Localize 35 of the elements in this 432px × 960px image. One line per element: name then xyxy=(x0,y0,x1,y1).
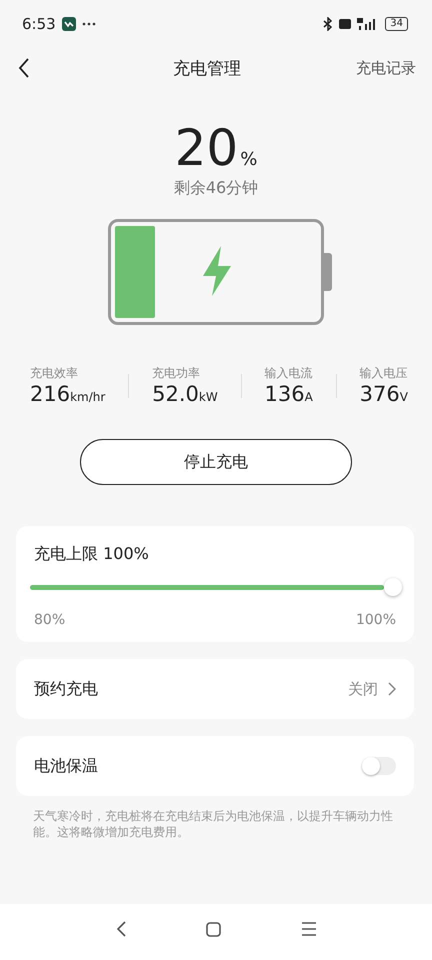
menu-icon[interactable] xyxy=(300,922,316,936)
battery-indicator: 34 xyxy=(385,17,408,31)
scheduled-charging-value: 关闭 xyxy=(348,680,378,698)
charge-percent: 20 xyxy=(174,120,238,176)
status-time: 6:53 xyxy=(22,15,56,33)
back-icon[interactable] xyxy=(18,58,30,78)
back-icon[interactable] xyxy=(116,921,126,937)
stat-label: 输入电压 xyxy=(360,365,408,382)
slider-min-label: 80% xyxy=(34,612,66,628)
remaining-time: 剩余46分钟 xyxy=(172,178,260,199)
app-notification-icon xyxy=(62,17,76,31)
charge-history-link[interactable]: 充电记录 xyxy=(356,58,416,78)
slider-max-label: 100% xyxy=(356,612,396,628)
stat-label: 充电效率 xyxy=(30,365,79,382)
warming-note: 天气寒冷时，充电桩将在充电结束后为电池保温，以提升车辆动力性能。这将略微增加充电费用。 xyxy=(33,808,394,840)
page-title: 充电管理 xyxy=(173,58,241,80)
lightning-icon xyxy=(201,246,233,296)
stat-value: 376V xyxy=(360,382,408,406)
toggle-switch[interactable] xyxy=(362,757,396,775)
chevron-right-icon xyxy=(388,682,396,696)
bluetooth-icon xyxy=(323,17,334,31)
percent-unit: % xyxy=(240,149,258,170)
stat-label: 充电功率 xyxy=(152,365,202,382)
scheduled-charging-row[interactable]: 预约充电 关闭 xyxy=(16,659,414,719)
stat-label: 输入电流 xyxy=(264,365,313,382)
stat-value: 216km/hr xyxy=(30,382,106,406)
battery-warming-label: 电池保温 xyxy=(34,756,98,776)
charge-limit-label: 充电上限 100% xyxy=(34,544,150,565)
scheduled-charging-label: 预约充电 xyxy=(34,678,98,700)
more-icon xyxy=(82,22,96,26)
home-icon[interactable] xyxy=(206,922,220,936)
stop-charging-button[interactable]: 停止充电 xyxy=(80,439,352,485)
slider-thumb[interactable] xyxy=(384,578,402,596)
stat-value: 136A xyxy=(264,382,313,406)
stat-value: 52.0 kW xyxy=(152,382,218,406)
